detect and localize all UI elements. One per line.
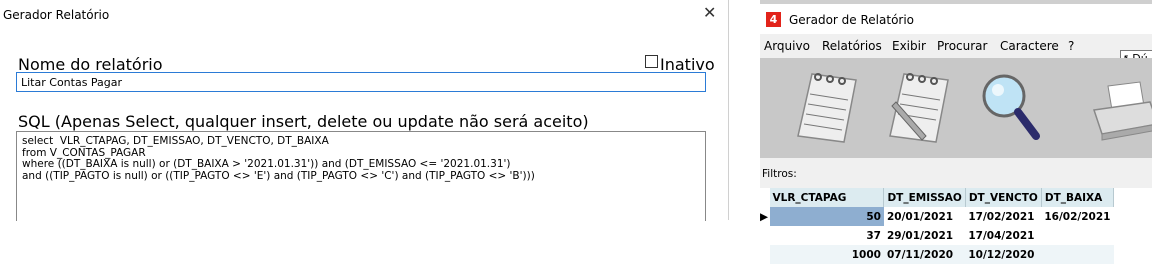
table-cell[interactable]: 50 xyxy=(769,207,884,226)
menu-caractere[interactable]: Caractere xyxy=(1000,39,1059,53)
table-cell[interactable]: 17/02/2021 xyxy=(965,207,1041,226)
row-pointer-icon: ▶ xyxy=(760,210,769,223)
column-header-dt-vencto[interactable]: DT_VENCTO xyxy=(965,188,1042,207)
table-cell[interactable]: 1000 xyxy=(769,245,884,264)
row-indicator xyxy=(760,226,770,245)
filters-bar xyxy=(760,158,1152,188)
menu-procurar[interactable]: Procurar xyxy=(937,39,987,53)
filters-label: Filtros: xyxy=(762,168,797,180)
table-row[interactable]: 1000 07/11/2020 10/12/2020 xyxy=(760,245,1114,264)
table-cell[interactable]: 10/12/2020 xyxy=(965,245,1042,264)
table-row[interactable]: ▶ 50 20/01/2021 17/02/2021 16/02/2021 xyxy=(760,207,1114,226)
printer-icon[interactable] xyxy=(1090,66,1152,146)
table-cell[interactable]: 07/11/2020 xyxy=(883,245,966,264)
menu-exibir[interactable]: Exibir xyxy=(892,39,926,53)
menu-arquivo[interactable]: Arquivo xyxy=(764,39,810,53)
table-cell[interactable]: 16/02/2021 xyxy=(1041,207,1113,226)
table-cell[interactable]: 20/01/2021 xyxy=(884,207,965,226)
inactive-checkbox[interactable] xyxy=(645,55,658,68)
table-cell[interactable]: 29/01/2021 xyxy=(884,226,965,245)
close-icon[interactable]: ✕ xyxy=(703,3,716,23)
notepad-icon[interactable] xyxy=(790,66,860,146)
notepad-pencil-icon[interactable] xyxy=(882,66,952,146)
app-title: Gerador de Relatório xyxy=(789,13,915,27)
dialog-title: Gerador Relatório xyxy=(3,8,110,22)
dialog-divider xyxy=(728,0,729,220)
table-row[interactable]: 37 29/01/2021 17/04/2021 xyxy=(760,226,1114,245)
table-cell[interactable]: 37 xyxy=(770,226,884,245)
table-cell[interactable] xyxy=(1041,245,1114,264)
grid-header-row: VLR_CTAPAG DT_EMISSAO DT_VENCTO DT_BAIXA xyxy=(760,188,1115,207)
sql-textarea[interactable]: select VLR_CTAPAG, DT_EMISSAO, DT_VENCTO… xyxy=(16,131,706,221)
magnifier-icon[interactable] xyxy=(974,66,1044,146)
row-indicator xyxy=(760,245,770,264)
menu-relatorios[interactable]: Relatórios xyxy=(822,39,882,53)
sql-line: select VLR_CTAPAG, DT_EMISSAO, DT_VENCTO… xyxy=(22,135,329,147)
row-indicator-header xyxy=(760,188,770,207)
sql-line: and ((TIP_PAGTO is null) or ((TIP_PAGTO … xyxy=(22,169,535,182)
report-name-input[interactable]: Litar Contas Pagar xyxy=(16,72,706,92)
column-header-dt-emissao[interactable]: DT_EMISSAO xyxy=(883,188,966,207)
column-header-vlr-ctapag[interactable]: VLR_CTAPAG xyxy=(769,188,885,207)
menu-help[interactable]: ? xyxy=(1068,39,1074,53)
results-grid: VLR_CTAPAG DT_EMISSAO DT_VENCTO DT_BAIXA… xyxy=(760,188,1115,268)
table-cell[interactable] xyxy=(1041,226,1113,245)
sql-line: where ((DT_BAIXA is null) or (DT_BAIXA >… xyxy=(22,158,511,170)
column-header-dt-baixa[interactable]: DT_BAIXA xyxy=(1041,188,1115,207)
app-logo-icon: 4 xyxy=(766,12,781,27)
titlebar-top-border xyxy=(760,0,1152,4)
table-cell[interactable]: 17/04/2021 xyxy=(965,226,1041,245)
sql-label: SQL (Apenas Select, qualquer insert, del… xyxy=(18,112,589,131)
